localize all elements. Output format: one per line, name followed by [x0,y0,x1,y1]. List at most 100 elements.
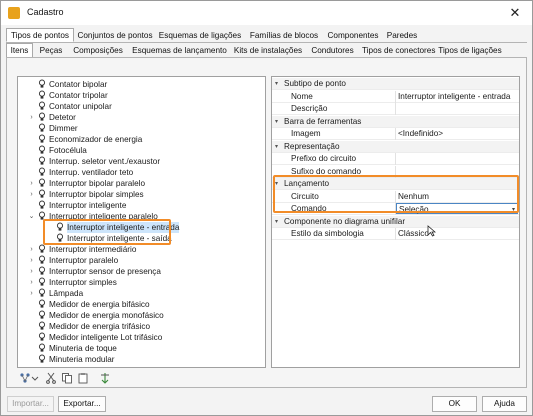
tree-item[interactable]: › Lâmpada [18,288,265,299]
expand-chevron-icon[interactable]: › [28,277,35,288]
window-title: Cadastro [27,7,64,17]
tree-item[interactable]: Medidor inteligente Lot trifásico [18,332,265,343]
tree-item-label: Contator bipolar [49,80,108,89]
tree-item[interactable]: Interrup. seletor vent./exaustor [18,156,265,167]
import-button[interactable]: Importar... [7,396,54,412]
lightbulb-icon [38,134,46,144]
lightbulb-icon [38,310,46,320]
tree-item[interactable]: Minuteria de toque [18,343,265,354]
tree-item[interactable]: › Interruptor paralelo [18,255,265,266]
tab-kits-de-instalacoes[interactable]: Kits de instalações [232,43,304,57]
property-name: Estilo da simbologia [291,229,364,238]
tab-componentes[interactable]: Componentes [324,28,382,42]
expand-chevron-icon[interactable]: › [28,178,35,189]
tree-add-icon[interactable] [19,372,31,384]
tree-item-label: Interruptor intermediário [49,245,137,254]
lightbulb-icon [38,156,46,166]
lightbulb-icon [38,244,46,254]
tab-itens[interactable]: Itens [6,43,33,57]
tree-item[interactable]: Economizador de energia [18,134,265,145]
tree-item-label: Interruptor simples [49,278,117,287]
tree-item[interactable]: Medidor de energia trifásico [18,321,265,332]
property-section[interactable]: ▾ Subtipo de ponto [272,78,519,90]
tab-esquemas-de-lancamento[interactable]: Esquemas de lançamento [129,43,230,57]
tab-tipos-de-pontos[interactable]: Tipos de pontos [6,28,74,42]
tree-item-label: Interrup. ventilador teto [49,168,134,177]
tab-tipos-de-ligacoes[interactable]: Tipos de ligações [437,43,503,57]
tree-item[interactable]: Fotocélula [18,145,265,156]
property-section[interactable]: ▾ Barra de ferramentas [272,115,519,128]
tree-item[interactable]: Interruptor inteligente [18,200,265,211]
property-value[interactable]: Clássico [398,228,429,240]
tree-item[interactable]: Minuteria modular [18,354,265,365]
tab-esquemas-de-ligacoes[interactable]: Esquemas de ligações [156,28,244,42]
tree-item[interactable]: Contator bipolar [18,79,265,90]
property-name: Imagem [291,129,321,138]
tree-item-label: Dimmer [49,124,78,133]
copy-icon[interactable] [61,372,73,384]
property-row[interactable]: Prefixo do circuito [272,153,519,165]
collapse-chevron-icon[interactable]: ▾ [275,116,278,128]
tab-tipos-de-conectores[interactable]: Tipos de conectores [361,43,435,57]
property-row[interactable]: Nome Interruptor inteligente - entrada [272,90,519,103]
mouse-cursor-icon [427,225,436,237]
collapse-chevron-icon[interactable]: ▾ [275,141,278,153]
collapse-chevron-icon[interactable]: ▾ [275,78,278,90]
tree-item[interactable]: › Interruptor intermediário [18,244,265,255]
tree-item-label: Medidor de energia bifásico [49,300,150,309]
tree-item[interactable]: › Detetor [18,112,265,123]
property-row[interactable]: Descrição [272,103,519,115]
expand-chevron-icon[interactable]: › [28,266,35,277]
tree-item[interactable]: › Interruptor simples [18,277,265,288]
property-section[interactable]: ▾ Componente no diagrama unifilar [272,215,519,228]
ok-button[interactable]: OK [432,396,477,412]
lightbulb-icon [38,332,46,342]
expand-chevron-icon[interactable]: › [28,189,35,200]
expand-chevron-icon[interactable]: › [28,288,35,299]
property-value[interactable]: <Indefinido> [398,128,443,140]
property-section[interactable]: ▾ Representação [272,140,519,153]
tree-item[interactable]: Medidor de energia bifásico [18,299,265,310]
lightbulb-icon [38,178,46,188]
tree-item-label: Fotocélula [49,146,87,155]
help-button[interactable]: Ajuda [482,396,527,412]
tab-pecas[interactable]: Peças [35,43,67,57]
property-value[interactable]: Interruptor inteligente - entrada [398,91,510,103]
tab-familias-de-blocos[interactable]: Famílias de blocos [246,28,322,42]
sort-icon[interactable] [99,372,111,384]
lightbulb-icon [38,321,46,331]
property-row[interactable]: Imagem <Indefinido> [272,128,519,140]
tree-item[interactable]: › Interruptor bipolar paralelo [18,178,265,189]
close-icon[interactable]: ✕ [506,4,524,22]
tree-item[interactable]: Medidor de energia monofásico [18,310,265,321]
tree-item[interactable]: Contator unipolar [18,101,265,112]
expand-chevron-icon[interactable]: › [28,244,35,255]
collapse-chevron-icon[interactable]: ▾ [275,216,278,228]
lightbulb-icon [38,79,46,89]
lightbulb-icon [38,90,46,100]
lightbulb-icon [38,354,46,364]
tab-paredes[interactable]: Paredes [384,28,420,42]
export-button[interactable]: Exportar... [58,396,106,412]
tab-conjuntos-de-pontos[interactable]: Conjuntos de pontos [76,28,154,42]
expand-chevron-icon[interactable]: › [28,112,35,123]
paste-icon[interactable] [77,372,89,384]
tree-item[interactable]: › Interruptor bipolar simples [18,189,265,200]
tree-item[interactable]: Interrup. ventilador teto [18,167,265,178]
property-name: Prefixo do circuito [291,154,357,163]
properties-grid[interactable]: ▾ Subtipo de ponto Nome Interruptor intelig… [271,76,520,368]
tree-item[interactable]: Dimmer [18,123,265,134]
title-bar: Cadastro ✕ [1,1,532,25]
tree-dropdown-icon[interactable] [31,372,39,384]
column-divider [395,103,396,115]
cut-icon[interactable] [45,372,57,384]
property-name: Nome [291,91,313,101]
tree-item[interactable]: › Interruptor sensor de presença [18,266,265,277]
lightbulb-icon [38,123,46,133]
property-row[interactable]: Estilo da simbologia Clássico [272,228,519,240]
expand-chevron-icon[interactable]: ⌄ [28,211,35,222]
expand-chevron-icon[interactable]: › [28,255,35,266]
tree-item[interactable]: Contator tripolar [18,90,265,101]
tab-condutores[interactable]: Condutores [306,43,359,57]
tab-composicoes[interactable]: Composições [69,43,127,57]
